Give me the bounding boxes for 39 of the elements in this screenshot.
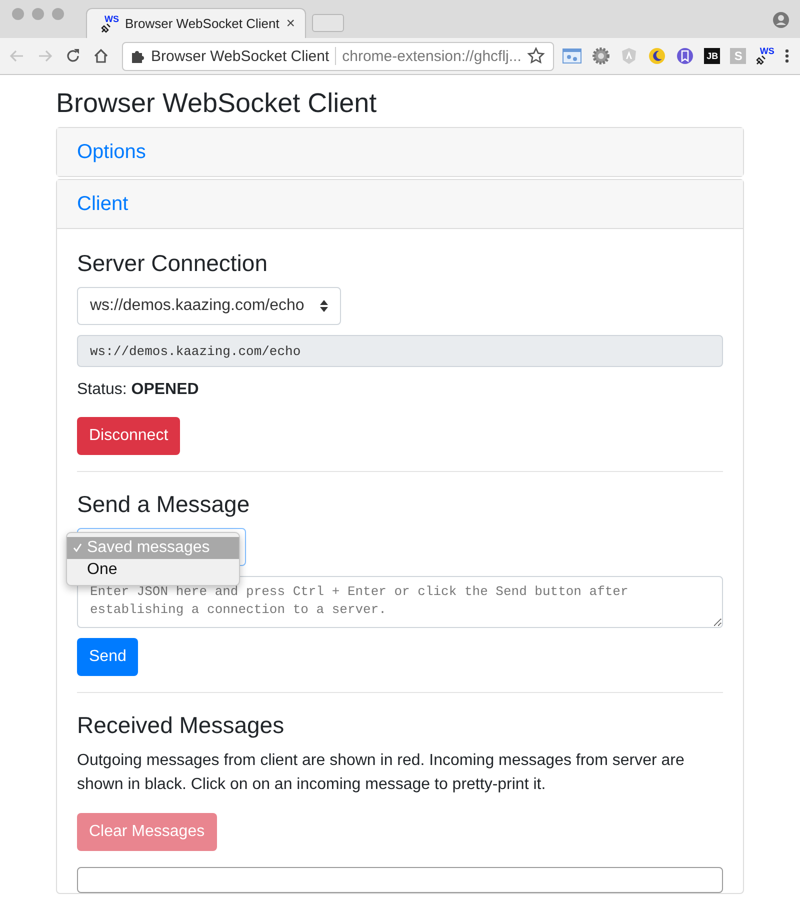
server-url-field: ws://demos.kaazing.com/echo [77, 335, 723, 367]
plug-drawing [101, 22, 111, 32]
extension-icon[interactable]: JB [704, 48, 720, 64]
ws-logo-icon[interactable]: WS [756, 47, 774, 65]
plug-drawing [756, 55, 766, 65]
checkmark-icon [73, 543, 82, 552]
address-bar[interactable]: Browser WebSocket Client chrome-extension://ghcflj... [122, 42, 554, 70]
tab-title: Browser WebSocket Client [125, 16, 280, 31]
description-text: Outgoing messages from client are shown in red. Incoming messages from server are shown in black. Click on on an incoming message to pretty-print it. [77, 751, 686, 795]
tab-close-button[interactable]: × [286, 15, 295, 32]
url-text: chrome-extension://ghcflj... [342, 48, 522, 64]
window-icon[interactable] [562, 48, 582, 64]
bookmark-icon[interactable] [676, 47, 694, 65]
server-select[interactable]: ws://demos.kaazing.com/echo [77, 287, 342, 325]
send-button[interactable]: Send [77, 638, 138, 676]
section-heading: Send a Message [77, 490, 251, 518]
disconnect-button[interactable]: Disconnect [77, 417, 180, 455]
ws-logo-icon: WS [101, 14, 119, 32]
status-text: Status: OPENED [77, 381, 200, 399]
window-control-icon[interactable] [12, 8, 24, 20]
window-control-icon[interactable] [52, 8, 64, 20]
home-icon[interactable] [92, 47, 110, 65]
browser-tab[interactable]: WS Browser WebSocket Client × [86, 8, 306, 38]
accordion-toggle-link[interactable]: Options [77, 140, 146, 164]
window-control-icon[interactable] [32, 8, 44, 20]
moon-icon[interactable] [648, 47, 666, 65]
sort-arrows-icon [320, 300, 328, 312]
account-icon[interactable] [772, 11, 790, 29]
section-heading: Server Connection [77, 249, 268, 277]
more-menu-icon[interactable] [784, 48, 790, 64]
gear-icon[interactable] [592, 47, 610, 65]
page-heading: Browser WebSocket Client [56, 87, 378, 119]
accordion-toggle-link[interactable]: Client [77, 192, 128, 216]
puzzle-piece-icon [131, 49, 145, 63]
page-title: Browser WebSocket Client [151, 48, 330, 64]
reload-icon[interactable] [64, 47, 82, 65]
star-icon[interactable] [527, 47, 546, 65]
section-heading: Received Messages [77, 711, 286, 739]
message-input-field[interactable]: Enter JSON here and press Ctrl + Enter or click the Send button after establishing a connection to a server. [77, 576, 723, 628]
